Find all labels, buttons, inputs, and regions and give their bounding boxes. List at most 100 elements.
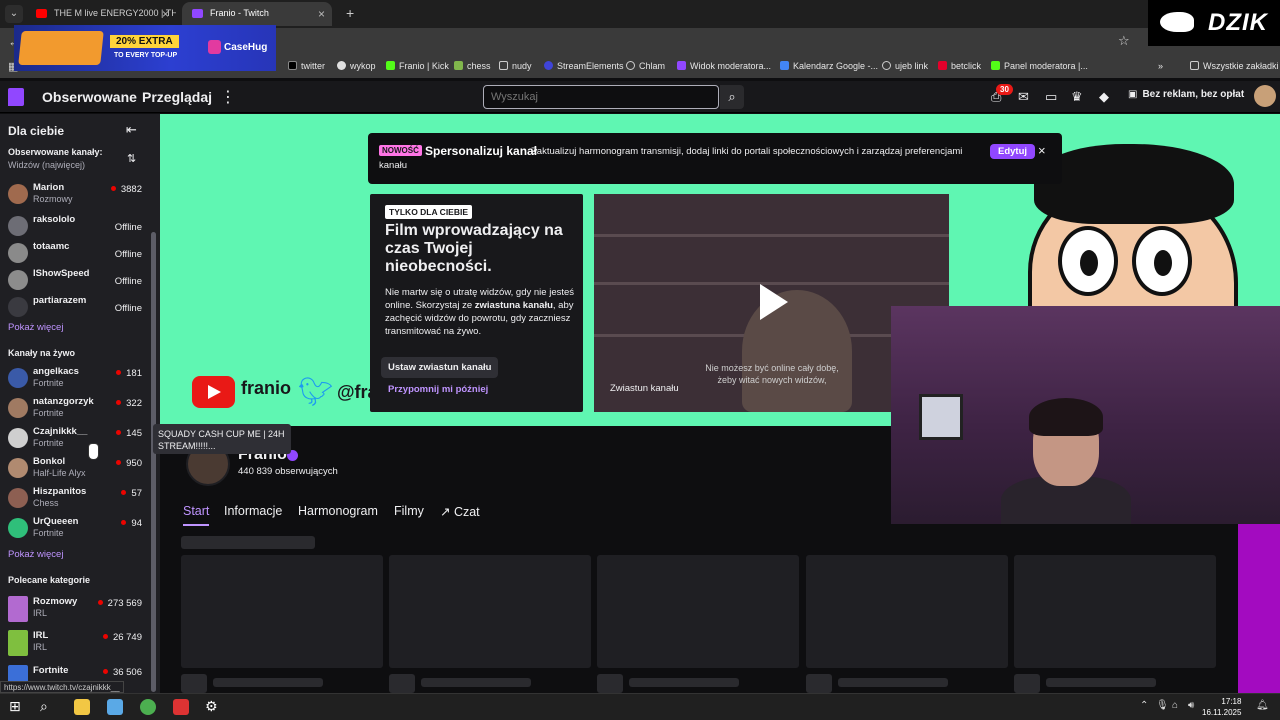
promo-description: Nie martw się o utratę widzów, gdy nie j… [385,286,575,338]
microphone-icon[interactable]: 🎙︎ [1156,700,1169,711]
app-icon[interactable] [173,699,189,715]
sidebar-channel[interactable]: UrQueeen Fortnite 94 [0,516,150,544]
channel-title-tooltip: SQUADY CASH CUP ME | 24H STREAM!!!!!... [153,424,291,454]
browser-tab-active[interactable]: Franio - Twitch × [182,2,332,26]
network-icon[interactable]: ⌂ [1172,700,1178,711]
bookmark-item[interactable]: wykop [337,61,376,71]
bookmark-item[interactable]: twitter [288,61,325,71]
sidebar-channel[interactable]: Marion Rozmowy 3882 [0,182,150,210]
sidebar-scrollbar[interactable] [151,232,156,692]
sidebar-channel[interactable]: Bonkol Half-Life Alyx 950 [0,456,150,484]
avatar [8,518,28,538]
show-more-link[interactable]: Pokaż więcej [8,322,63,333]
sidebar-channel[interactable]: IShowSpeed Offline [0,268,150,296]
loading-card [597,555,799,668]
channel-game: Fortnite [33,408,64,418]
notification-bell-icon[interactable]: 🔔︎ [1256,700,1269,711]
windows-start-icon[interactable]: ⊞ [9,698,21,715]
avatar [8,428,28,448]
search-icon[interactable]: ⌕ [40,698,48,715]
bookmark-item[interactable]: StreamElements [544,61,624,71]
bookmark-item[interactable]: Chlam [626,61,665,71]
sidebar-channel[interactable]: natanzgorzyk Fortnite 322 [0,396,150,424]
volume-icon[interactable]: 🔊︎ [1188,700,1194,711]
bookmark-item[interactable]: Franio | Kick [386,61,449,71]
sidebar-channel[interactable]: Czajnikkk__ Fortnite 145 [0,426,150,454]
followed-sort-label[interactable]: Widzów (najwięcej) [8,160,85,170]
close-icon[interactable]: × [1038,143,1046,158]
bookmark-item[interactable]: ujeb link [882,61,928,71]
google-calendar-icon [780,61,789,70]
sort-arrows-icon[interactable]: ⇅ [127,152,136,165]
viewer-count: 57 [121,488,142,499]
sidebar-category[interactable]: IRL IRL 26 749 [0,630,150,658]
collapse-sidebar-icon[interactable]: ⇤ [126,122,137,138]
folder-icon [499,61,508,70]
bookmark-item[interactable]: chess [454,61,491,71]
kick-icon [991,61,1000,70]
ad-brand-label: CaseHug [207,40,268,54]
edit-button[interactable]: Edytuj [990,144,1036,159]
more-options-icon[interactable]: ⋮ [220,87,236,107]
sidebar-channel[interactable]: partiarazem Offline [0,295,150,323]
cartoon-eye [1058,226,1118,296]
sidebar-channel[interactable]: totaamc Offline [0,241,150,269]
bookmark-item[interactable]: Kalendarz Google -... [780,61,878,71]
app-icon[interactable] [107,699,123,715]
bookmark-item[interactable]: Widok moderatora... [677,61,771,71]
sidebar-category[interactable]: Rozmowy IRL 273 569 [0,596,150,624]
nav-browse[interactable]: Przeglądaj [142,89,212,105]
channel-name: IShowSpeed [33,268,90,279]
whispers-mail-icon[interactable]: ✉ [1018,89,1029,105]
clock[interactable]: 17:18 16.11.2025 [1202,696,1241,718]
tab-about[interactable]: Informacje [224,504,282,518]
bookmark-item[interactable]: Panel moderatora |... [991,61,1088,71]
sidebar-channel[interactable]: raksololo Offline [0,214,150,242]
avatar [8,488,28,508]
all-bookmarks-button[interactable]: Wszystkie zakładki [1190,61,1279,71]
viewer-count: 26 749 [103,632,142,643]
live-section-title: Kanały na żywo [8,348,76,358]
notice-body: Zaktualizuj harmonogram transmisji, doda… [531,146,963,157]
settings-gear-icon[interactable]: ⚙ [205,698,218,715]
prime-crown-icon[interactable]: ♛ [1071,89,1083,105]
bookmark-star-icon[interactable]: ☆ [1118,33,1130,49]
remind-later-button[interactable]: Przypomnij mi później [388,384,488,395]
bookmark-label: Franio | Kick [399,61,449,71]
tab-chat[interactable]: ↗ Czat [440,504,480,519]
browser-tab[interactable]: THE M live ENERGY2000 | THE M × [26,2,176,26]
twitch-logo-icon[interactable] [8,88,24,106]
viewer-count: 322 [116,398,142,409]
chrome-icon[interactable] [140,699,156,715]
bookmark-item[interactable]: nudy [499,61,532,71]
bookmarks-overflow-icon[interactable]: » [1158,61,1163,71]
chat-bubble-icon[interactable]: ▭ [1045,89,1057,105]
avatar [8,216,28,236]
show-more-link[interactable]: Pokaż więcej [8,549,63,560]
nav-following[interactable]: Obserwowane [42,89,137,105]
bits-gem-icon[interactable]: ◆ [1099,89,1109,105]
set-trailer-button[interactable]: Ustaw zwiastun kanału [381,357,499,378]
bookmark-item[interactable]: betclick [938,61,981,71]
kick-icon [386,61,395,70]
casehug-ad-overlay[interactable]: 20% EXTRA TO EVERY TOP-UP CaseHug [14,25,276,71]
category-name: Fortnite [33,665,69,676]
new-tab-button[interactable]: + [346,5,354,21]
user-avatar[interactable] [1254,85,1276,107]
play-icon[interactable] [760,284,788,320]
search-input[interactable] [483,85,719,109]
channel-game: Fortnite [33,378,64,388]
sidebar-channel[interactable]: Hiszpanitos Chess 57 [0,486,150,514]
sidebar-channel[interactable]: angelkacs Fortnite 181 [0,366,150,394]
viewer-count: 3882 [111,184,142,195]
close-tab-icon[interactable]: × [162,7,169,21]
file-explorer-icon[interactable] [74,699,90,715]
ad-free-button[interactable]: Bez reklam, bez opłat [1128,89,1244,100]
tray-chevron-icon[interactable]: ⌃ [1140,700,1148,711]
close-tab-icon[interactable]: × [318,7,325,21]
search-icon[interactable]: ⌕ [720,85,744,109]
tab-search-chevron-icon[interactable]: ⌄ [5,5,23,23]
tab-schedule[interactable]: Harmonogram [298,504,378,518]
tab-start[interactable]: Start [183,504,209,518]
tab-videos[interactable]: Filmy [394,504,424,518]
